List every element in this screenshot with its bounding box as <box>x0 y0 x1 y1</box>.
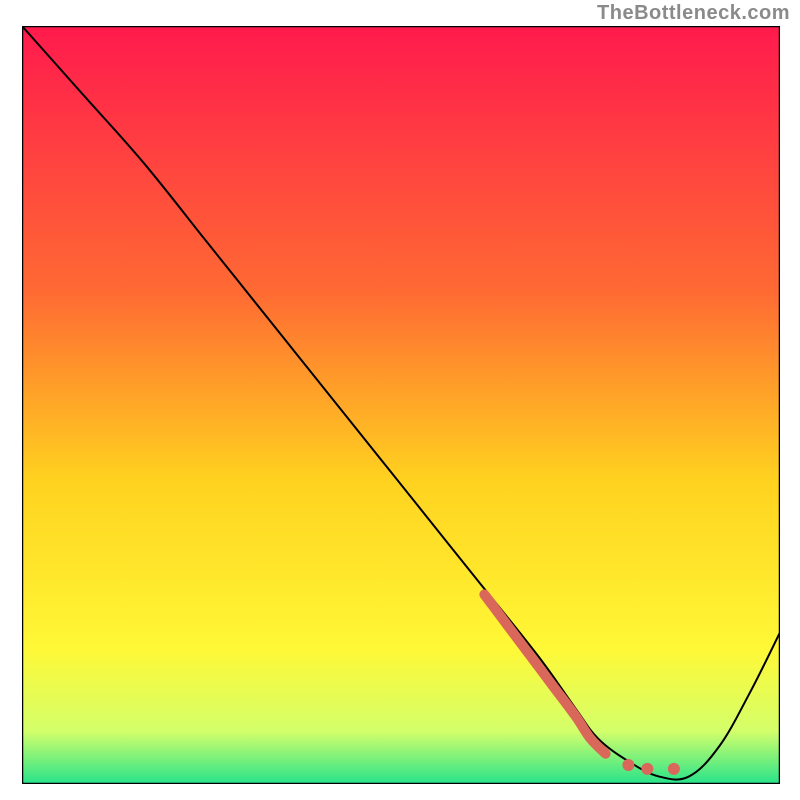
chart-svg <box>22 26 780 784</box>
gradient-background <box>22 26 780 784</box>
chart-container: TheBottleneck.com <box>0 0 800 800</box>
highlight-dots-point <box>668 763 680 775</box>
highlight-dots-point <box>641 763 653 775</box>
plot-area <box>22 26 780 784</box>
highlight-dots-point <box>622 759 634 771</box>
watermark-label: TheBottleneck.com <box>597 2 790 25</box>
